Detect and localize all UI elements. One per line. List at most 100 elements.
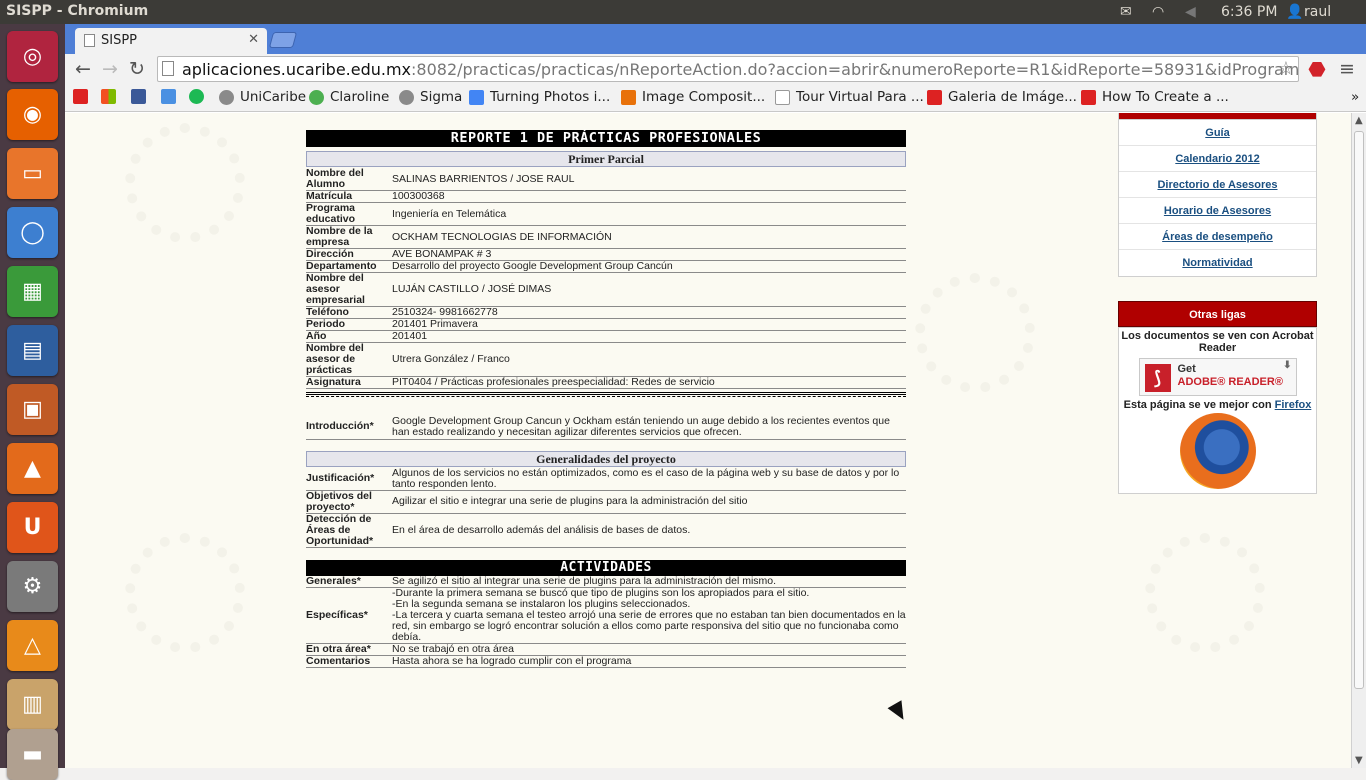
row-value: Utrera González / Franco: [392, 342, 906, 377]
page-info-icon[interactable]: [162, 61, 174, 76]
impress-icon[interactable]: ▣: [7, 384, 58, 435]
row-label: Detección de Áreas de Oportunidad*: [306, 513, 392, 548]
row-label: Nombre del asesor empresarial: [306, 272, 392, 307]
bookmark-star-icon[interactable]: ☆: [1278, 58, 1294, 79]
firefox-link[interactable]: Firefox: [1275, 399, 1312, 411]
watermark: [125, 123, 245, 243]
section-generalidades: Generalidades del proyecto: [306, 450, 906, 467]
row-label: Nombre del asesor de prácticas: [306, 342, 392, 377]
row-label: Asignatura: [306, 376, 392, 389]
bookmark-image-composit[interactable]: Image Composit...: [621, 89, 765, 105]
bookmark-unicaribe[interactable]: UniCaribe: [219, 89, 306, 105]
page-content: REPORTE 1 DE PRÁCTICAS PROFESIONALES Pri…: [65, 113, 1351, 768]
url-text: aplicaciones.ucaribe.edu.mx:8082/practic…: [182, 60, 1299, 79]
vertical-scrollbar[interactable]: ▲ ▼: [1351, 113, 1366, 768]
link-horario-asesores[interactable]: Horario de Asesores: [1119, 198, 1316, 224]
user-icon[interactable]: 👤: [1286, 4, 1303, 20]
firefox-line: Esta página se ve mejor con Firefox: [1119, 399, 1316, 411]
spreadsheet-icon[interactable]: ▦: [7, 266, 58, 317]
bookmark-translate-icon[interactable]: [161, 89, 182, 104]
row-label: Programa educativo: [306, 202, 392, 226]
otras-ligas-header: Otras ligas: [1118, 301, 1317, 327]
back-icon[interactable]: ←: [71, 57, 95, 81]
table-row: Objetivos del proyecto* Agilizar el sitio…: [306, 490, 906, 514]
bookmark-how-to-create[interactable]: How To Create a ...: [1081, 89, 1229, 105]
table-row: Teléfono 2510324- 9981662778: [306, 306, 906, 319]
intro-label: Introducción*: [306, 415, 392, 440]
divider: [306, 392, 906, 397]
workspace-icon[interactable]: ▥: [7, 679, 58, 730]
table-row: Matrícula 100300368: [306, 190, 906, 203]
row-label: Dirección: [306, 248, 392, 261]
bookmark-facebook-icon[interactable]: [131, 89, 152, 104]
mail-icon[interactable]: ✉: [1120, 4, 1132, 20]
row-value: 201401 Primavera: [392, 318, 906, 331]
row-value: LUJÁN CASTILLO / JOSÉ DIMAS: [392, 272, 906, 307]
row-label: Objetivos del proyecto*: [306, 490, 392, 514]
trash-icon[interactable]: ▬: [7, 729, 58, 780]
adblock-icon[interactable]: ⬣: [1305, 57, 1329, 81]
scrollbar-thumb[interactable]: [1354, 131, 1364, 689]
firefox-icon[interactable]: ◉: [7, 89, 58, 140]
scroll-up-icon[interactable]: ▲: [1355, 115, 1363, 126]
bookmarks-overflow-icon[interactable]: »: [1351, 89, 1359, 105]
row-label: Periodo: [306, 318, 392, 331]
wifi-icon[interactable]: ◠: [1152, 4, 1164, 20]
bookmark-galeria[interactable]: Galeria de Imáge...: [927, 89, 1077, 105]
table-row: Año 201401: [306, 330, 906, 343]
bookmark-windows-icon[interactable]: [101, 89, 122, 104]
adobe-reader-button[interactable]: ⟆ Get ADOBE® READER® ⬇: [1138, 358, 1297, 396]
ubuntu-dash-icon[interactable]: ◎: [7, 31, 58, 82]
row-value: No se trabajó en otra área: [392, 643, 906, 656]
software-center-icon[interactable]: ▲: [7, 443, 58, 494]
close-icon[interactable]: ✕: [248, 32, 259, 47]
scroll-down-icon[interactable]: ▼: [1355, 755, 1363, 766]
table-row: Comentarios Hasta ahora se ha logrado cum…: [306, 655, 906, 668]
reload-icon[interactable]: ↻: [125, 57, 149, 81]
bookmark-sigma[interactable]: Sigma: [399, 89, 462, 105]
row-label: Departamento: [306, 260, 392, 273]
vlc-icon[interactable]: △: [7, 620, 58, 671]
bookmark-turning-photos[interactable]: Turning Photos i...: [469, 89, 610, 105]
report-table-2: Justificación* Algunos de los servicios n…: [306, 467, 906, 548]
adobe-reader-label: ADOBE® READER®: [1177, 376, 1283, 388]
top-panel: SISPP - Chromium ✉ ◠ ◀ 6:36 PM 👤 raul: [0, 0, 1366, 24]
clock[interactable]: 6:36 PM: [1221, 4, 1277, 20]
ubuntu-one-icon[interactable]: U: [7, 502, 58, 553]
new-tab-button[interactable]: [268, 32, 298, 48]
bookmark-claroline[interactable]: Claroline: [309, 89, 389, 105]
settings-icon[interactable]: ⚙: [7, 561, 58, 612]
bookmark-spotify-icon[interactable]: [189, 89, 210, 104]
forward-icon[interactable]: →: [98, 57, 122, 81]
browser-window: SISPP ✕ ← → ↻ aplicaciones.ucaribe.edu.m…: [65, 24, 1366, 768]
user-name[interactable]: raul: [1304, 4, 1331, 20]
page-icon: [84, 34, 95, 47]
table-row: Nombre del asesor de prácticas Utrera Gon…: [306, 342, 906, 377]
menu-icon[interactable]: ≡: [1335, 57, 1359, 81]
report-table-1: Nombre del Alumno SALINAS BARRIENTOS / JO…: [306, 168, 906, 389]
otras-ligas-box: Los documentos se ven con Acrobat Reader…: [1118, 327, 1317, 494]
files-icon[interactable]: ▭: [7, 148, 58, 199]
writer-icon[interactable]: ▤: [7, 325, 58, 376]
table-row: Específicas* -Durante la primera semana s…: [306, 587, 906, 644]
row-value: 2510324- 9981662778: [392, 306, 906, 319]
link-directorio-asesores[interactable]: Directorio de Asesores: [1119, 172, 1316, 198]
chromium-icon[interactable]: ◯: [7, 207, 58, 258]
table-row: Nombre del Alumno SALINAS BARRIENTOS / JO…: [306, 168, 906, 191]
tab-sispp[interactable]: SISPP ✕: [75, 28, 267, 54]
address-bar[interactable]: aplicaciones.ucaribe.edu.mx:8082/practic…: [157, 56, 1299, 82]
row-value: En el área de desarrollo además del anál…: [392, 513, 906, 548]
bookmark-youtube-icon[interactable]: [73, 89, 94, 104]
link-guia[interactable]: Guía: [1119, 120, 1316, 146]
link-areas-desempeno[interactable]: Áreas de desempeño: [1119, 224, 1316, 250]
link-calendario[interactable]: Calendario 2012: [1119, 146, 1316, 172]
report-title: REPORTE 1 DE PRÁCTICAS PROFESIONALES: [306, 130, 906, 147]
tab-title: SISPP: [101, 33, 138, 48]
launcher: ◎ ◉ ▭ ◯ ▦ ▤ ▣ ▲ U ⚙ △ ▥ ▬: [0, 24, 65, 780]
bookmark-tour-virtual[interactable]: Tour Virtual Para ...: [775, 89, 924, 105]
volume-icon[interactable]: ◀: [1185, 4, 1196, 20]
firefox-logo-icon[interactable]: [1179, 413, 1256, 489]
table-row: Dirección AVE BONAMPAK # 3: [306, 248, 906, 261]
link-normatividad[interactable]: Normatividad: [1119, 250, 1316, 276]
